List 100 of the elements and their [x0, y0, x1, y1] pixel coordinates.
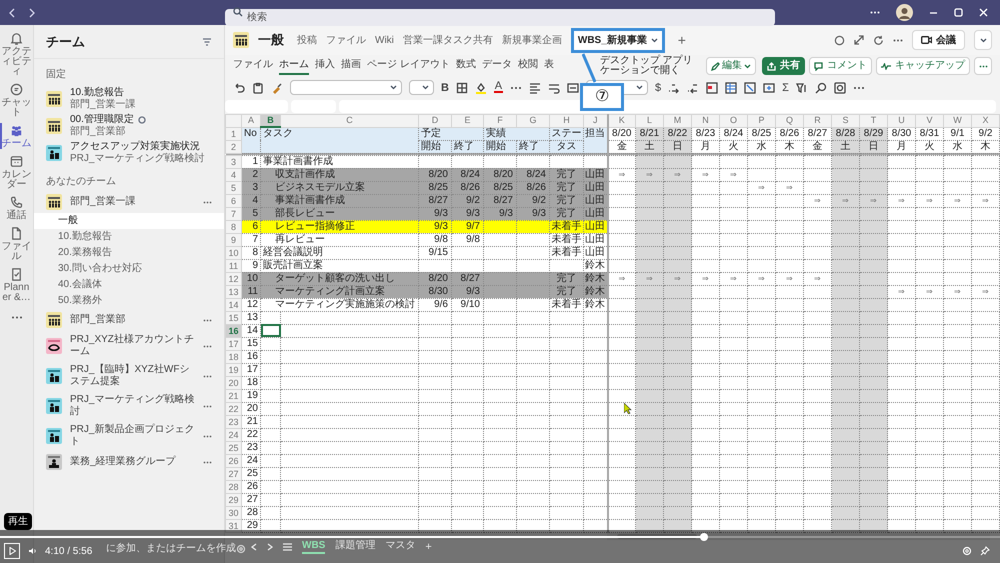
table-cell: 28: [242, 506, 260, 519]
table-cell: ⇒: [664, 272, 692, 285]
table-cell: 土: [832, 140, 860, 153]
table-cell: 26: [242, 480, 260, 493]
table-cell: 未着手: [550, 220, 584, 233]
table-cell: ⇒: [692, 272, 720, 285]
table-cell: 経営会議説明: [260, 246, 418, 259]
table-cell: 14: [242, 324, 260, 337]
table-cell: ターゲット顧客の洗い出し: [260, 272, 418, 285]
table-cell: 山田: [584, 207, 608, 220]
table-cell: 5: [242, 207, 260, 220]
table-cell: No: [242, 127, 260, 153]
table-cell: ⇒: [692, 168, 720, 181]
table-cell: 8/20: [484, 168, 516, 181]
table-cell: タスク: [260, 127, 418, 153]
table-cell: 8/25: [418, 181, 452, 194]
table-cell: 8: [242, 246, 260, 259]
table-cell: 8/26: [516, 181, 550, 194]
table-cell: 担当: [584, 127, 608, 153]
table-cell: 8/26: [452, 181, 484, 194]
table-cell: 16: [242, 350, 260, 363]
table-cell: ⇒: [888, 285, 916, 298]
table-cell: 日: [664, 140, 692, 153]
table-cell: ⇒: [916, 285, 944, 298]
time-display: 4:10 / 5:56: [45, 544, 92, 558]
table-cell: 9/7: [452, 220, 484, 233]
table-cell: ⇒: [972, 285, 1000, 298]
table-cell: 山田: [584, 233, 608, 246]
table-cell: 月: [692, 140, 720, 153]
table-cell: 8/27: [418, 194, 452, 207]
table-cell: 25: [242, 467, 260, 480]
table-cell: 山田: [584, 220, 608, 233]
team-subtitle: PRJ_マーケティング戦略検討: [70, 153, 204, 164]
table-cell: ⇒: [916, 194, 944, 207]
section-heading: 固定: [46, 68, 67, 82]
table-cell: 9/2: [452, 194, 484, 207]
table-cell: ⇒: [832, 194, 860, 207]
table-cell: 8/24: [452, 168, 484, 181]
table-cell: ⇒: [888, 194, 916, 207]
channel-title: 一般: [258, 31, 284, 50]
table-cell: 完了: [550, 194, 584, 207]
table-cell: マーケティング実施施策の検討: [260, 298, 418, 311]
tooltip: 再生: [4, 513, 32, 530]
table-cell: マーケティング計画立案: [260, 285, 418, 298]
table-cell: ⇒: [860, 194, 888, 207]
table-cell: 予定: [418, 127, 484, 140]
table-cell: 完了: [550, 181, 584, 194]
table-cell: ⇒: [720, 168, 748, 181]
section-heading: あなたのチーム: [46, 175, 117, 189]
table-cell: 19: [242, 389, 260, 402]
table-cell: 部長レビュー: [260, 207, 418, 220]
table-cell: 完了: [550, 207, 584, 220]
table-cell: ビジネスモデル立案: [260, 181, 418, 194]
table-cell: 山田: [584, 181, 608, 194]
table-cell: 24: [242, 454, 260, 467]
table-cell: 9/8: [452, 233, 484, 246]
table-cell: 8/20: [418, 272, 452, 285]
table-cell: ⇒: [944, 285, 972, 298]
table-cell: 実績: [484, 127, 550, 140]
table-cell: 水: [748, 140, 776, 153]
table-cell: 18: [242, 376, 260, 389]
table-cell: 8/20: [418, 168, 452, 181]
table-cell: 8/27: [452, 272, 484, 285]
table-cell: 鈴木: [584, 298, 608, 311]
table-cell: 9/3: [484, 207, 516, 220]
callout-tooltip: ⑦: [580, 82, 624, 110]
table-cell: 完了: [550, 168, 584, 181]
table-cell: 収支計画作成: [260, 168, 418, 181]
team-subtitle: 部門_営業一課: [70, 99, 136, 110]
table-cell: ⇒: [636, 272, 664, 285]
table-cell: 17: [242, 363, 260, 376]
table-cell: ステー: [550, 127, 584, 140]
table-cell: 金: [804, 140, 832, 153]
table-cell: 23: [242, 441, 260, 454]
table-cell: 終了: [452, 140, 484, 153]
table-cell: ⇒: [636, 168, 664, 181]
table-cell: 15: [242, 337, 260, 350]
table-cell: 22: [242, 428, 260, 441]
table-cell: ⇒: [776, 272, 804, 285]
table-cell: ⇒: [944, 194, 972, 207]
table-cell: タス: [550, 140, 584, 153]
table-cell: 3: [242, 181, 260, 194]
table-cell: 未着手: [550, 298, 584, 311]
table-cell: 木: [776, 140, 804, 153]
table-cell: 11: [242, 285, 260, 298]
table-cell: ⇒: [748, 272, 776, 285]
table-cell: 月: [888, 140, 916, 153]
table-cell: 4: [242, 194, 260, 207]
table-cell: 12: [242, 298, 260, 311]
table-cell: 8/30: [418, 285, 452, 298]
table-cell: 2: [242, 168, 260, 181]
table-cell: 20: [242, 402, 260, 415]
table-cell: 27: [242, 493, 260, 506]
panel-title: チーム: [46, 32, 85, 51]
table-cell: 日: [860, 140, 888, 153]
table-cell: 終了: [516, 140, 550, 153]
team-subtitle: 部門_営業部: [70, 126, 127, 137]
table-cell: 9/3: [452, 285, 484, 298]
table-cell: 火: [720, 140, 748, 153]
table-cell: 10: [242, 272, 260, 285]
